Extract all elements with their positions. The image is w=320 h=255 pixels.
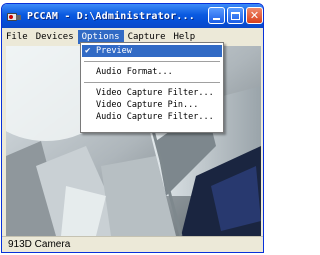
menu-item-video-capture-pin[interactable]: Video Capture Pin... xyxy=(82,99,222,111)
check-icon: ✔ xyxy=(85,46,91,56)
maximize-button[interactable] xyxy=(227,7,244,24)
close-icon: ✕ xyxy=(249,9,260,22)
menu-item-video-capture-filter[interactable]: Video Capture Filter... xyxy=(82,87,222,99)
menu-separator xyxy=(84,61,220,62)
minimize-button[interactable] xyxy=(208,7,225,24)
menu-item-audio-capture-filter[interactable]: Audio Capture Filter... xyxy=(82,111,222,123)
minimize-icon xyxy=(213,18,220,20)
window-title: PCCAM - D:\Administrator... xyxy=(27,10,195,22)
options-dropdown-menu: ✔ Preview Audio Format... Video Capture … xyxy=(80,42,224,133)
menu-item-audio-format[interactable]: Audio Format... xyxy=(82,66,222,78)
menu-file[interactable]: File xyxy=(2,30,32,44)
maximize-icon xyxy=(231,11,240,20)
menu-devices[interactable]: Devices xyxy=(32,30,78,44)
menu-separator xyxy=(84,82,220,83)
title-bar[interactable]: PCCAM - D:\Administrator... ✕ xyxy=(2,4,263,28)
menu-item-preview[interactable]: ✔ Preview xyxy=(82,45,222,57)
webcam-icon[interactable] xyxy=(7,11,21,22)
status-text: 913D Camera xyxy=(8,239,71,250)
close-button[interactable]: ✕ xyxy=(246,7,263,24)
status-bar: 913D Camera xyxy=(2,236,263,252)
